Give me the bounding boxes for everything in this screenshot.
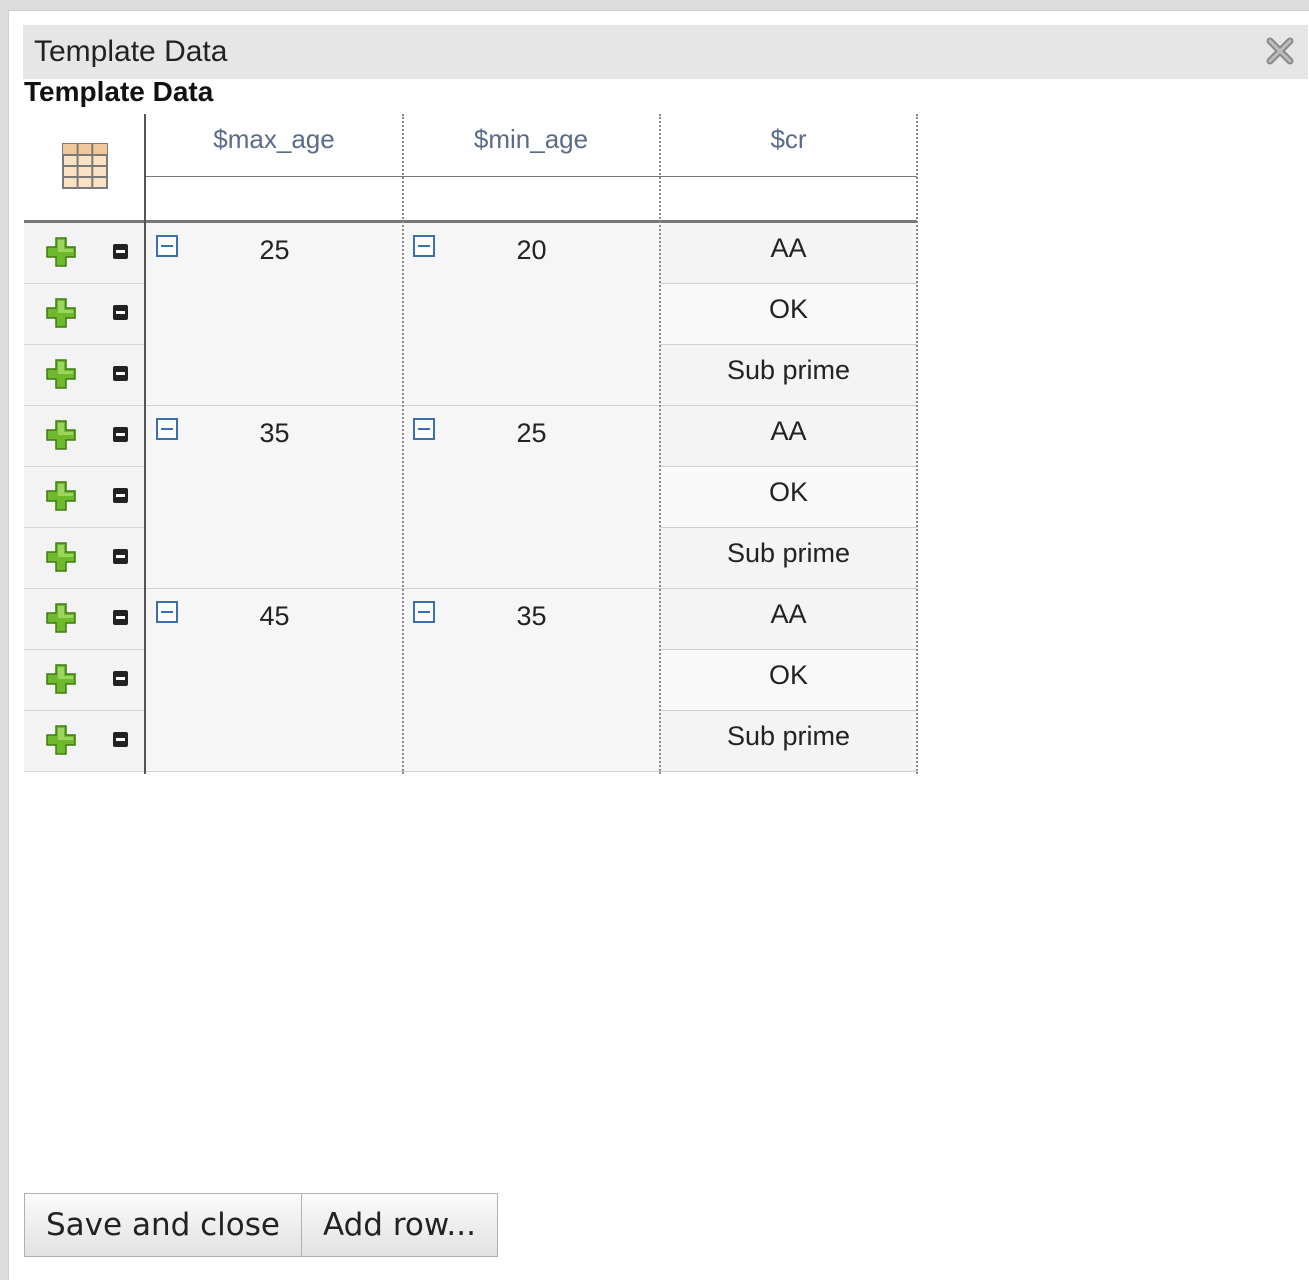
- cell-cr[interactable]: Sub prime: [660, 711, 917, 772]
- min-age-value: 25: [516, 418, 547, 448]
- save-and-close-button[interactable]: Save and close: [24, 1193, 302, 1257]
- add-row-icon[interactable]: [46, 542, 76, 572]
- column-divider: [916, 114, 918, 774]
- add-row-icon[interactable]: [46, 420, 76, 450]
- max-age-value: 35: [259, 418, 290, 448]
- add-row-icon[interactable]: [46, 237, 76, 267]
- row-controls: [24, 711, 144, 772]
- min-age-value: 35: [516, 601, 547, 631]
- delete-row-icon[interactable]: [112, 609, 129, 626]
- column-header-min-age[interactable]: $min_age: [403, 114, 659, 176]
- delete-row-icon[interactable]: [112, 670, 129, 687]
- add-row-icon[interactable]: [46, 603, 76, 633]
- cell-min-age[interactable]: 35: [403, 589, 660, 772]
- max-age-value: 45: [259, 601, 290, 631]
- row-controls: [24, 589, 144, 650]
- max-age-value: 25: [259, 235, 290, 265]
- button-bar: Save and close Add row...: [24, 1193, 498, 1257]
- cell-max-age[interactable]: 35: [146, 406, 403, 589]
- row-control-divider: [144, 114, 146, 774]
- add-row-icon[interactable]: [46, 359, 76, 389]
- cell-cr[interactable]: Sub prime: [660, 528, 917, 589]
- row-controls: [24, 650, 144, 711]
- add-row-icon[interactable]: [46, 298, 76, 328]
- cell-cr[interactable]: AA: [660, 223, 917, 284]
- row-controls: [24, 406, 144, 467]
- delete-row-icon[interactable]: [112, 487, 129, 504]
- delete-row-icon[interactable]: [112, 426, 129, 443]
- cell-max-age[interactable]: 45: [146, 589, 403, 772]
- cell-cr[interactable]: AA: [660, 406, 917, 467]
- row-controls: [24, 223, 144, 284]
- dialog-title: Template Data: [34, 35, 228, 68]
- template-data-grid: $max_age $min_age $cr 25 20 AA OK Sub prime 3…: [24, 114, 918, 774]
- close-icon[interactable]: [1264, 35, 1296, 67]
- row-controls: [24, 345, 144, 406]
- dialog-titlebar: Template Data: [23, 25, 1308, 79]
- column-divider: [402, 114, 404, 774]
- column-divider: [659, 114, 661, 774]
- header-divider: [146, 176, 917, 177]
- add-row-icon[interactable]: [46, 481, 76, 511]
- add-row-icon[interactable]: [46, 725, 76, 755]
- cell-cr[interactable]: OK: [660, 284, 917, 345]
- column-header-cr[interactable]: $cr: [660, 114, 917, 176]
- row-controls: [24, 284, 144, 345]
- cell-cr[interactable]: Sub prime: [660, 345, 917, 406]
- table-icon[interactable]: [62, 143, 108, 189]
- delete-row-icon[interactable]: [112, 243, 129, 260]
- delete-row-icon[interactable]: [112, 365, 129, 382]
- cell-cr[interactable]: AA: [660, 589, 917, 650]
- delete-row-icon[interactable]: [112, 548, 129, 565]
- cell-cr[interactable]: OK: [660, 467, 917, 528]
- delete-row-icon[interactable]: [112, 731, 129, 748]
- delete-row-icon[interactable]: [112, 304, 129, 321]
- cell-max-age[interactable]: 25: [146, 223, 403, 406]
- row-controls: [24, 528, 144, 589]
- min-age-value: 20: [516, 235, 547, 265]
- row-controls: [24, 467, 144, 528]
- cell-min-age[interactable]: 20: [403, 223, 660, 406]
- add-row-icon[interactable]: [46, 664, 76, 694]
- cell-min-age[interactable]: 25: [403, 406, 660, 589]
- cell-cr[interactable]: OK: [660, 650, 917, 711]
- column-header-max-age[interactable]: $max_age: [146, 114, 402, 176]
- add-row-button[interactable]: Add row...: [301, 1193, 498, 1257]
- section-title: Template Data: [24, 76, 214, 107]
